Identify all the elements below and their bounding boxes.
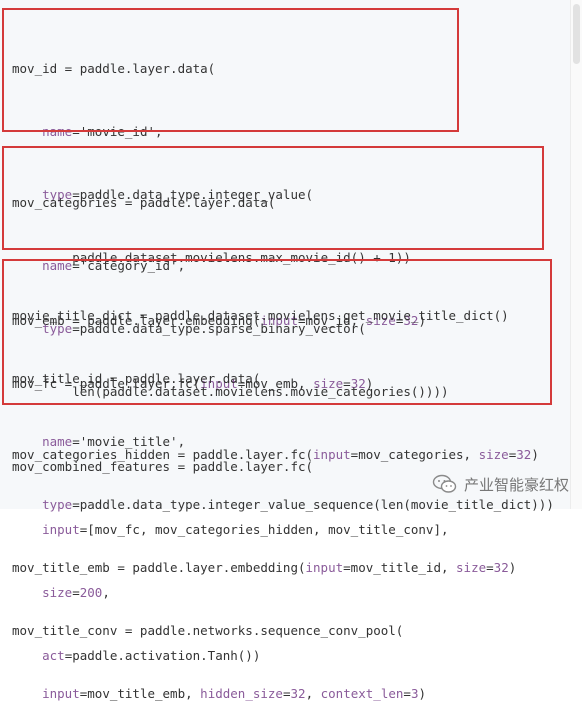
highlight-box-title <box>2 259 552 405</box>
code-line: mov_combined_features = paddle.layer.fc( <box>12 456 449 477</box>
code-text: = <box>486 560 494 575</box>
code-text: = <box>282 686 291 701</box>
keyword-arg: size <box>456 560 487 575</box>
highlight-box-categories <box>2 146 544 250</box>
keyword-arg: context_len <box>320 686 404 701</box>
code-text: ) <box>418 686 427 701</box>
watermark: 产业智能豪红权 <box>432 470 569 498</box>
number-literal: 32 <box>493 560 509 575</box>
code-text: = <box>403 686 411 701</box>
code-text: =[mov_fc, mov_categories_hidden, mov_tit… <box>79 522 449 537</box>
keyword-arg: size <box>42 585 73 600</box>
scrollbar-thumb[interactable] <box>573 4 580 64</box>
code-text: , <box>102 585 110 600</box>
keyword-arg: input <box>42 522 80 537</box>
keyword-arg: hidden_size <box>200 686 283 701</box>
number-literal: 32 <box>290 686 306 701</box>
code-text: ) <box>508 560 517 575</box>
highlight-box-movie-id <box>2 8 459 132</box>
code-block-combined: mov_combined_features = paddle.layer.fc(… <box>12 414 449 687</box>
code-text: , <box>305 686 321 701</box>
wechat-icon <box>432 474 457 493</box>
watermark-text: 产业智能豪红权 <box>464 475 570 494</box>
code-line: input=[mov_fc, mov_categories_hidden, mo… <box>12 519 449 540</box>
code-line: size=200, <box>12 582 449 603</box>
code-text: = <box>72 585 80 600</box>
code-line: act=paddle.activation.Tanh()) <box>12 645 449 666</box>
vertical-scrollbar[interactable] <box>570 0 582 509</box>
number-literal: 200 <box>79 585 103 600</box>
keyword-arg: act <box>42 648 65 663</box>
code-text: =paddle.activation.Tanh()) <box>64 648 261 663</box>
keyword-arg: input <box>42 686 80 701</box>
number-literal: 3 <box>410 686 419 701</box>
code-text: =mov_title_emb, <box>79 686 201 701</box>
code-text: mov_combined_features = paddle.layer.fc( <box>12 459 314 474</box>
